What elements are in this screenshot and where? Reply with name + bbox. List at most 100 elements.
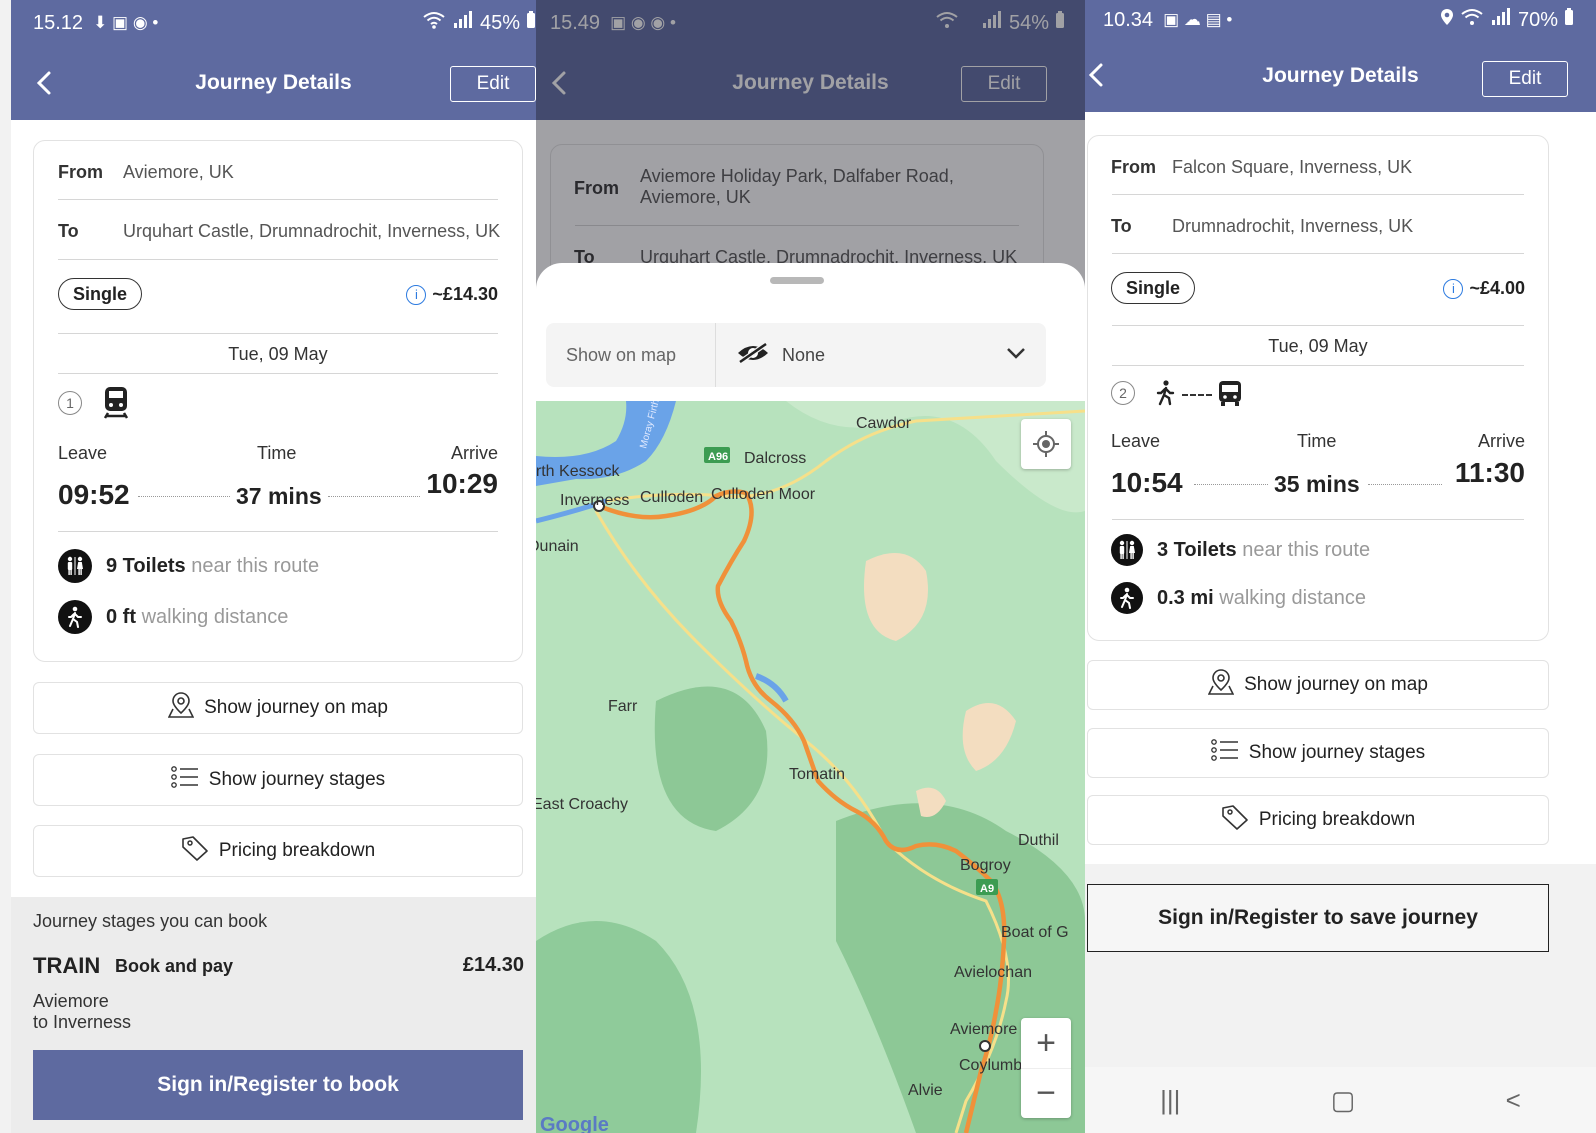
ticket-type-badge: Single	[58, 278, 143, 310]
from-label: From	[58, 162, 103, 182]
map-place-label: Bogroy	[960, 857, 1011, 874]
my-location-button[interactable]	[1021, 419, 1071, 469]
map-place-label: Tomatin	[789, 766, 845, 783]
divider	[1112, 325, 1524, 326]
route-from: Aviemore	[33, 991, 109, 1011]
time-label: Time	[1297, 431, 1337, 451]
map-place-label: Boat of G	[1001, 924, 1069, 941]
show-journey-on-map-button[interactable]: Show journey on map	[1087, 660, 1549, 710]
divider	[58, 333, 498, 334]
page-title: Journey Details	[1262, 64, 1419, 87]
show-journey-on-map-button[interactable]: Show journey on map	[33, 682, 523, 734]
toilets-text: near this route	[191, 554, 320, 577]
journey-duration: 35 mins	[1274, 471, 1360, 497]
book-and-pay-label: Book and pay	[115, 956, 234, 976]
toilets-text: near this route	[1242, 538, 1371, 561]
button-label: Pricing breakdown	[1258, 809, 1416, 830]
info-icon[interactable]: i	[406, 284, 427, 305]
from-value: Aviemore, UK	[123, 162, 234, 182]
zoom-out-button[interactable]: −	[1021, 1068, 1071, 1118]
button-label: Pricing breakdown	[218, 840, 376, 861]
arrive-label: Arrive	[1477, 431, 1525, 451]
map-place-label: East Croachy	[536, 796, 628, 813]
map-place-label: Inverness	[560, 492, 629, 509]
info-icon[interactable]: i	[1443, 278, 1464, 299]
divider	[1112, 519, 1524, 520]
toilets-count: 9 Toilets	[106, 554, 186, 577]
wifi-icon	[1460, 8, 1484, 32]
walk-text: walking distance	[141, 605, 289, 628]
walk-count: 0 ft	[106, 605, 136, 628]
price-tag-icon	[1221, 804, 1249, 836]
walk-text: walking distance	[1219, 586, 1367, 609]
phone-panel-1: 15.12 ⬇ ▣ ◉ • 45% Journey Details Edit F…	[11, 0, 536, 1133]
divider	[1112, 194, 1524, 195]
button-label: Show journey on map	[204, 697, 388, 718]
route-end-marker	[979, 1040, 991, 1052]
status-time: 10.34	[1103, 8, 1154, 31]
pricing-breakdown-button[interactable]: Pricing breakdown	[1087, 795, 1549, 845]
time-label: Time	[257, 443, 297, 463]
signal-icon	[1490, 8, 1512, 32]
price-value: ~£4.00	[1469, 278, 1525, 298]
price: i ~£14.30	[406, 284, 498, 305]
show-journey-stages-button[interactable]: Show journey stages	[1087, 728, 1549, 778]
list-icon	[1210, 738, 1239, 768]
walking-icon	[58, 600, 92, 634]
recent-apps-button[interactable]: |||	[1160, 1085, 1180, 1116]
locate-icon	[1033, 431, 1059, 457]
map-place-label: Duthil	[1018, 832, 1059, 849]
transfer-dash	[1182, 394, 1212, 396]
status-bar: 10.34 ▣ ☁ ▤ • 70%	[1085, 0, 1596, 40]
list-icon	[170, 765, 199, 795]
walking-mode-icon	[1156, 380, 1176, 411]
system-back-button[interactable]: <	[1506, 1085, 1521, 1116]
toilets-count: 3 Toilets	[1157, 538, 1237, 561]
to-label: To	[58, 221, 79, 241]
section-heading: Journey stages you can book	[33, 911, 268, 931]
edit-button[interactable]: Edit	[1482, 61, 1568, 97]
sign-in-to-save-journey-button[interactable]: Sign in/Register to save journey	[1087, 884, 1549, 952]
show-journey-stages-button[interactable]: Show journey stages	[33, 754, 523, 806]
map-bottom-sheet: Show on map None A96 A9 Cawdor Dalcross …	[536, 263, 1085, 1133]
road-label: A96	[708, 451, 728, 463]
journey-summary-card: From Aviemore, UK To Urquhart Castle, Dr…	[33, 140, 523, 662]
arrive-time: 11:30	[1454, 457, 1525, 488]
eye-off-icon	[736, 341, 770, 369]
system-navigation-bar: ||| ▢ <	[1085, 1067, 1596, 1133]
location-icon	[1440, 8, 1454, 32]
app-bar: Journey Details Edit	[1085, 40, 1596, 112]
back-icon[interactable]	[1085, 58, 1113, 92]
home-button[interactable]: ▢	[1331, 1085, 1356, 1116]
walking-info: 0.3 mi walking distance	[1111, 582, 1366, 614]
back-icon[interactable]	[27, 66, 61, 100]
stage-count-badge: 1	[58, 391, 82, 415]
show-on-map-label: Show on map	[546, 323, 716, 387]
route-map[interactable]: A96 A9 Cawdor Dalcross orth Kessock Inve…	[536, 398, 1085, 1133]
drag-handle[interactable]	[770, 277, 824, 284]
map-place-label: Cawdor	[856, 415, 912, 432]
button-label: Show journey stages	[208, 769, 386, 790]
map-place-label: orth Kessock	[536, 463, 620, 480]
screenshot-collage: 15.12 ⬇ ▣ ◉ • 45% Journey Details Edit F…	[0, 0, 1596, 1133]
map-place-label: Aviemore	[950, 1021, 1017, 1038]
sign-in-to-book-button[interactable]: Sign in/Register to book	[33, 1050, 523, 1120]
chevron-down-icon	[1006, 346, 1026, 364]
show-on-map-selector[interactable]: Show on map None	[546, 323, 1046, 387]
phone-panel-2: 15.49 ▣ ◉ ◉ • 54% Journey Details Edit F…	[536, 0, 1085, 1133]
zoom-controls: + −	[1021, 1018, 1071, 1118]
status-time: 15.12	[33, 11, 84, 34]
pricing-breakdown-button[interactable]: Pricing breakdown	[33, 825, 523, 877]
divider	[58, 373, 498, 374]
zoom-in-button[interactable]: +	[1021, 1018, 1071, 1068]
from-label: From	[1111, 157, 1156, 177]
phone-panel-3: 10.34 ▣ ☁ ▤ • 70% Journey Details Edit F…	[1085, 0, 1596, 1133]
from-value: Falcon Square, Inverness, UK	[1172, 157, 1413, 177]
toilets-info: 9 Toilets near this route	[58, 549, 319, 583]
train-icon	[102, 385, 130, 424]
journey-date: Tue, 09 May	[228, 344, 328, 364]
edit-button[interactable]: Edit	[450, 66, 536, 102]
timeline-dash	[138, 496, 230, 497]
map-place-label: Farr	[608, 698, 638, 715]
walk-count: 0.3 mi	[1157, 586, 1214, 609]
